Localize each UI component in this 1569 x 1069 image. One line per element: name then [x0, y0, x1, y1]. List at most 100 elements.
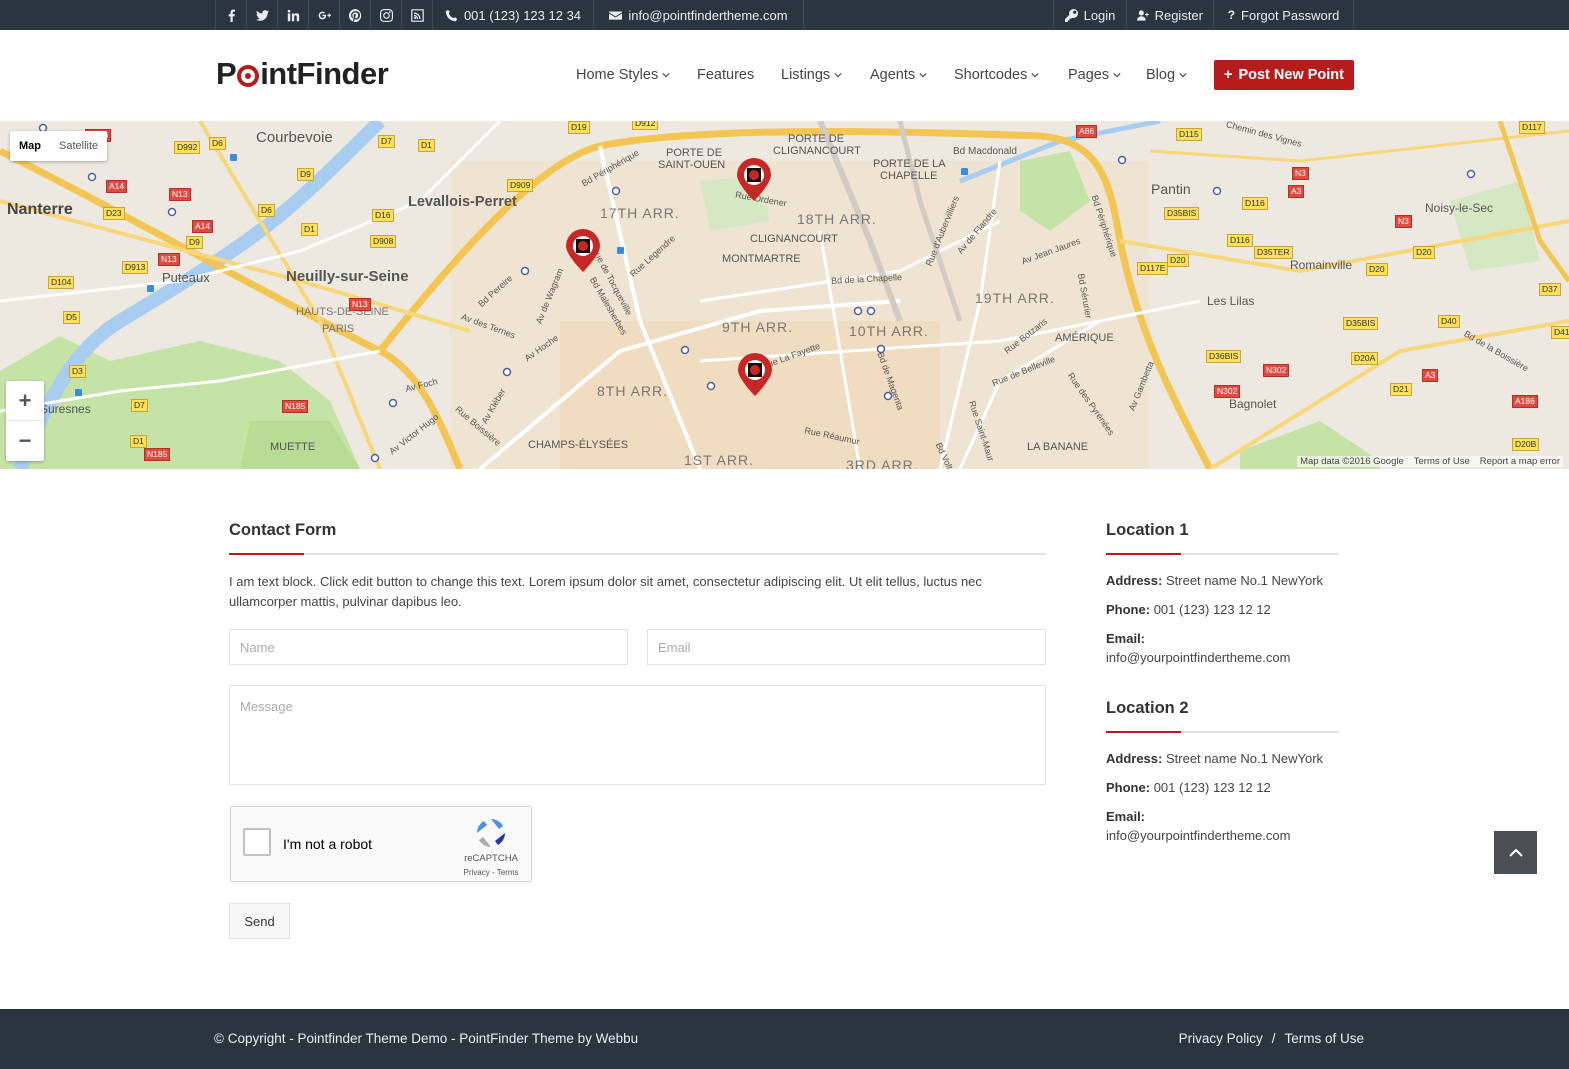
- recaptcha-links[interactable]: Privacy - Terms: [455, 868, 527, 877]
- map-label: PORTE DE LA: [873, 158, 946, 170]
- map-label: 17TH ARR.: [600, 205, 680, 221]
- recaptcha-checkbox[interactable]: [243, 828, 271, 856]
- location-email-label: Email:: [1106, 809, 1145, 824]
- road-badge: D36BIS: [1206, 350, 1242, 363]
- recaptcha-label: I'm not a robot: [283, 836, 373, 852]
- road-badge: D20: [1167, 254, 1189, 267]
- zoom-in-button[interactable]: +: [6, 381, 44, 421]
- post-button-label: Post New Point: [1238, 67, 1344, 83]
- envelope-icon: [609, 10, 623, 20]
- rss-icon[interactable]: [401, 0, 432, 30]
- terms-of-use-link[interactable]: Terms of Use: [1284, 1031, 1364, 1046]
- login-label: Login: [1083, 7, 1116, 23]
- road-badge: N185: [144, 448, 171, 461]
- nav-label: Features: [697, 67, 755, 83]
- logo[interactable]: PintFinder: [216, 54, 389, 94]
- google-plus-icon[interactable]: [308, 0, 339, 30]
- zoom-out-button[interactable]: −: [6, 421, 44, 461]
- nav-agents[interactable]: Agents: [870, 60, 927, 90]
- instagram-icon[interactable]: [370, 0, 401, 30]
- map-tiles: [0, 121, 1569, 469]
- location-address: Address: Street name No.1 NewYork: [1106, 751, 1323, 766]
- topbar-phone: 001 (123) 123 12 34: [463, 7, 582, 23]
- phone-contact[interactable]: 001 (123) 123 12 34: [432, 0, 593, 30]
- location-title: Location 1: [1106, 521, 1189, 539]
- nav-blog[interactable]: Blog: [1146, 60, 1187, 90]
- road-badge: D20: [1413, 246, 1435, 259]
- location-email[interactable]: info@yourpointfindertheme.com: [1106, 650, 1290, 665]
- map[interactable]: Courbevoie Nanterre Levallois-Perret Neu…: [0, 121, 1569, 469]
- road-badge: A186: [1512, 395, 1538, 408]
- nav-label: Listings: [781, 67, 831, 83]
- road-badge: D1: [301, 223, 318, 236]
- map-label: Nanterre: [7, 201, 73, 218]
- map-pin[interactable]: [736, 158, 772, 202]
- nav-listings[interactable]: Listings: [781, 60, 842, 90]
- location-address: Address: Street name No.1 NewYork: [1106, 573, 1323, 588]
- road-badge: D20A: [1351, 352, 1379, 365]
- map-label: Noisy-le-Sec: [1425, 201, 1494, 215]
- map-pin[interactable]: [565, 229, 601, 273]
- message-textarea[interactable]: Message: [229, 685, 1046, 785]
- road-badge: D908: [370, 235, 397, 248]
- road-badge: D1: [130, 435, 147, 448]
- map-label: Courbevoie: [256, 129, 333, 146]
- nav-features[interactable]: Features: [697, 60, 754, 90]
- road-badge: D912: [632, 121, 659, 130]
- road-badge: N185: [282, 400, 309, 413]
- nav-home-styles[interactable]: Home Styles: [576, 60, 670, 90]
- road-badge: D116: [1242, 197, 1268, 210]
- map-report-link[interactable]: Report a map error: [1480, 456, 1560, 467]
- post-new-point-button[interactable]: + Post New Point: [1214, 60, 1354, 90]
- road-badge: D21: [1390, 383, 1412, 396]
- twitter-icon[interactable]: [246, 0, 277, 30]
- map-label: Levallois-Perret: [408, 194, 517, 210]
- register-label: Register: [1154, 7, 1203, 23]
- nav-shortcodes[interactable]: Shortcodes: [954, 60, 1039, 90]
- map-type-map-button[interactable]: Map: [10, 131, 50, 161]
- map-credits: Map data ©2016 Google Terms of Use Repor…: [1297, 456, 1563, 467]
- map-label: CLIGNANCOURT: [773, 145, 861, 157]
- map-terms-link[interactable]: Terms of Use: [1414, 456, 1470, 467]
- login-link[interactable]: Login: [1053, 0, 1126, 30]
- linkedin-icon[interactable]: [277, 0, 308, 30]
- nav-label: Blog: [1146, 67, 1176, 83]
- road-badge: D913: [122, 261, 149, 274]
- logo-pin-icon: [237, 65, 260, 87]
- address-value: Street name No.1 NewYork: [1165, 751, 1324, 766]
- pinterest-icon[interactable]: [339, 0, 370, 30]
- privacy-policy-link[interactable]: Privacy Policy: [1179, 1031, 1263, 1046]
- map-label: CHAMPS-ÉLYSÉES: [528, 439, 629, 451]
- map-type-satellite-button[interactable]: Satellite: [50, 131, 107, 161]
- road-badge: A86: [1076, 125, 1098, 138]
- road-badge: D104: [48, 276, 75, 289]
- map-label: Bd Macdonald: [953, 146, 1017, 157]
- register-link[interactable]: Register: [1126, 0, 1213, 30]
- email-input[interactable]: Email: [647, 629, 1046, 665]
- road-badge: N13: [349, 298, 371, 311]
- map-label: 9TH ARR.: [722, 319, 794, 335]
- name-input[interactable]: Name: [229, 629, 628, 665]
- map-label: PORTE DE: [788, 133, 845, 145]
- map-label: CLIGNANCOURT: [750, 233, 838, 245]
- location-email[interactable]: info@yourpointfindertheme.com: [1106, 828, 1290, 843]
- send-button[interactable]: Send: [229, 903, 290, 939]
- back-to-top-button[interactable]: [1494, 831, 1537, 874]
- road-badge: D3: [69, 365, 86, 378]
- road-badge: D9: [186, 236, 203, 249]
- forgot-password-link[interactable]: ? Forgot Password: [1213, 0, 1354, 30]
- map-label: 1ST ARR.: [684, 452, 754, 468]
- map-label: MONTMARTRE: [722, 253, 801, 265]
- logo-text-start: P: [216, 56, 237, 91]
- map-label: Pantin: [1151, 181, 1191, 197]
- road-badge: D20B: [1512, 438, 1540, 451]
- map-pin[interactable]: [737, 353, 773, 397]
- facebook-icon[interactable]: [215, 0, 246, 30]
- road-badge: N3: [1395, 215, 1412, 228]
- email-contact[interactable]: info@pointfindertheme.com: [593, 0, 804, 30]
- chevron-down-icon: [1179, 72, 1187, 78]
- road-badge: N13: [158, 253, 180, 266]
- logo-text-end: intFinder: [260, 56, 389, 91]
- email-label: Email:: [1106, 631, 1146, 646]
- nav-pages[interactable]: Pages: [1068, 60, 1121, 90]
